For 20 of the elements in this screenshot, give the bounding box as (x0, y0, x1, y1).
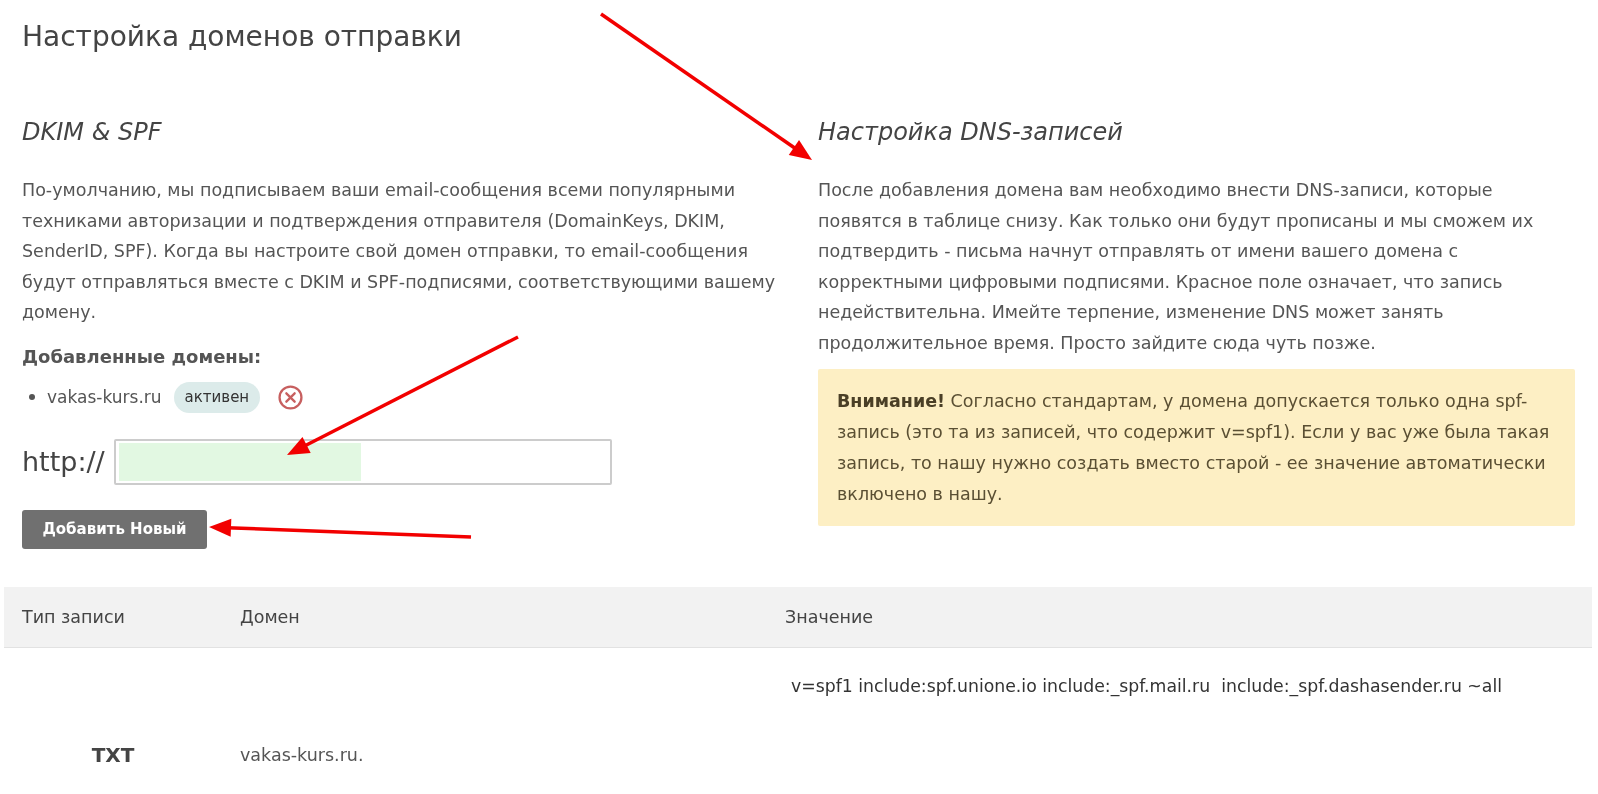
description-text: После добавления домена вам необходимо внести DNS-записи, которые появятся в таблице снизу. Как только они будут прописаны и мы сможем их подтвердить - письма начнут отправлять от имени вашего домена с корректными цифровыми подписями. Красное поле означает, что запись недействительна. Имейте терпение, изменение DNS может занять продолжительное время. Просто зайдите сюда чуть позже. (818, 179, 1535, 355)
domain-input[interactable] (113, 438, 612, 485)
close-icon[interactable] (278, 384, 304, 410)
add-button[interactable]: Добавить Новый (22, 509, 207, 549)
column-header: Тип записи (21, 606, 125, 627)
column-header: Домен (239, 606, 300, 627)
url-prefix: http:// (22, 446, 105, 477)
table-cell: v=spf1 include:spf.unione.io include:_spf.mail.ru include:_spf.dashasender.ru ~all (791, 675, 1503, 696)
page-title: Настройка доменов отправки (22, 19, 463, 55)
status-badge: активен (173, 381, 261, 413)
section-heading: Настройка DNS-записей (818, 117, 1124, 147)
domains-heading: Добавленные домены: (22, 344, 263, 369)
bullet-icon (29, 394, 35, 400)
table-cell: vakas-kurs.ru. (240, 744, 364, 765)
section-heading: DKIM & SPF (22, 117, 163, 147)
description-text: По-умолчанию, мы подписываем ваши email-сообщения всеми популярными техниками авторизации и подтверждения отправителя (DomainKeys, DKIM, SenderID, SPF). Когда вы настроите свой домен отправки, то email-сообщения будут отправляться вместе с DKIM и SPF-подписями, соответствующими вашему домену. (22, 179, 777, 324)
warning-text: Внимание! Согласно стандартам, у домена допускается только одна spf-запись (это та из записей, что содержит v=spf1). Если у вас уже была такая запись, то нашу нужно создать вместо старой - ее значение автоматически включено в нашу. (837, 390, 1551, 506)
domain-name: vakas-kurs.ru (47, 387, 162, 407)
column-header: Значение (784, 606, 874, 627)
table-cell: TXT (91, 742, 135, 767)
